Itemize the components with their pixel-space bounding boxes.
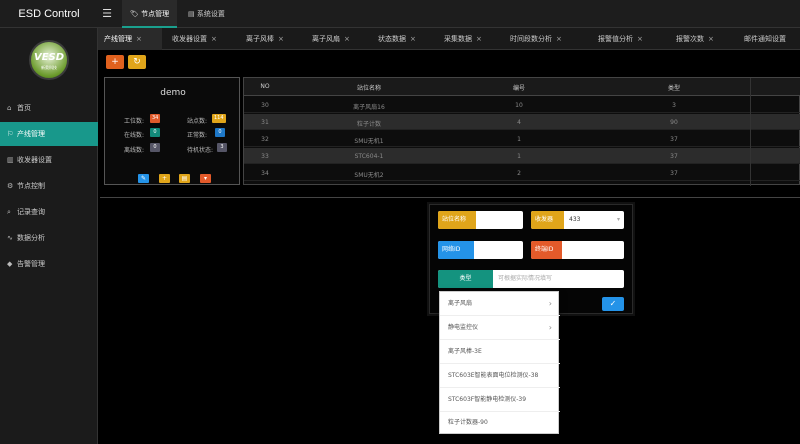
online-count-badge: 0 <box>150 128 160 137</box>
tag-icon: 🏷︎ <box>130 10 139 18</box>
chevron-right-icon: › <box>548 299 552 308</box>
grid-icon: ▤ <box>188 10 195 18</box>
menu-icon[interactable]: ☰ <box>100 0 114 28</box>
station-name-field[interactable]: 站位名称 <box>438 211 523 229</box>
close-icon[interactable]: × <box>278 35 284 43</box>
top-tab-node-management[interactable]: 🏷︎ 节点管理 <box>122 0 178 28</box>
dropdown-item-static-monitor[interactable]: 静电监控仪 › <box>440 316 560 340</box>
standby-count-badge: 3 <box>217 143 227 152</box>
search-icon: ⌕ <box>7 208 11 216</box>
add-station-button[interactable]: + <box>159 174 170 183</box>
bell-icon: ◆ <box>7 260 13 268</box>
dropdown-item-stc603e[interactable]: STC603E智能表面电位检测仪-38 <box>440 364 560 388</box>
top-bar: ESD Control ☰ 🏷︎ 节点管理 ▤ 系统设置 <box>0 0 800 28</box>
table-row[interactable]: 31 粒子计数 4 90 <box>244 114 800 130</box>
delete-button[interactable]: ▾ <box>200 174 211 183</box>
page-tabs: 产线管理 × 收发器设置 × 离子风棒 × 离子风扇 × 状态数据 × 采集数据 × 时间段… <box>98 28 800 50</box>
sidebar-item-alarms[interactable]: ◆ 告警管理 <box>0 252 98 276</box>
close-icon[interactable]: × <box>708 35 714 43</box>
bars-icon: ▥ <box>7 156 14 164</box>
table-row[interactable]: 34 SMU无机2 2 37 <box>244 165 800 181</box>
column-divider <box>750 78 751 186</box>
line-card[interactable]: demo 工位数: 34 站点数: 114 在线数: 0 正常数: 0 离线数:… <box>104 77 240 185</box>
gear-icon: ⚙ <box>7 182 14 190</box>
sidebar-item-records[interactable]: ⌕ 记录查询 <box>0 200 98 224</box>
close-icon[interactable]: × <box>556 35 562 43</box>
network-id-field[interactable]: 网络ID <box>438 241 523 259</box>
refresh-button[interactable]: ↻ <box>128 55 146 69</box>
divider <box>100 197 800 198</box>
normal-count-badge: 0 <box>215 128 225 137</box>
close-icon[interactable]: × <box>211 35 217 43</box>
sidebar-item-node-control[interactable]: ⚙ 节点控制 <box>0 174 98 198</box>
add-button[interactable]: + <box>106 55 124 69</box>
tab-line-management[interactable]: 产线管理 × <box>98 28 162 50</box>
close-icon[interactable]: × <box>637 35 643 43</box>
dropdown-item-ion-bar[interactable]: 离子风棒-3E <box>440 340 560 364</box>
tab-mail-settings[interactable]: 邮件通知设置 <box>738 28 800 50</box>
line-title: demo <box>160 88 186 98</box>
tab-collected-data[interactable]: 采集数据 × <box>438 28 500 50</box>
tab-time-analysis[interactable]: 时间段数分析 × <box>504 28 588 50</box>
terminal-id-field[interactable]: 终端ID <box>531 241 624 259</box>
table-row[interactable]: 30 离子风扇16 10 3 <box>244 97 800 113</box>
chevron-down-icon: ▾ <box>616 216 620 223</box>
transceiver-select[interactable]: 收发器 433 ▾ <box>531 211 624 229</box>
dropdown-item-particle-counter[interactable]: 粒子计数器-90 <box>440 411 560 435</box>
tab-ion-bar[interactable]: 离子风棒 × <box>240 28 302 50</box>
table-row[interactable]: 32 SMU无机1 1 37 <box>244 131 800 147</box>
flag-icon: ⚐ <box>7 130 14 138</box>
type-dropdown: 离子风扇 › 静电监控仪 › 离子风棒-3E STC603E智能表面电位检测仪-38… <box>439 291 560 435</box>
tab-ion-fan[interactable]: 离子风扇 × <box>306 28 368 50</box>
close-icon[interactable]: × <box>344 35 350 43</box>
tab-alarm-value[interactable]: 报警值分析 × <box>592 28 666 50</box>
station-count-badge: 34 <box>150 114 161 123</box>
tab-status-data[interactable]: 状态数据 × <box>372 28 434 50</box>
tab-alarm-count[interactable]: 报警次数 × <box>670 28 734 50</box>
dropdown-item-ion-fan[interactable]: 离子风扇 › <box>440 292 560 316</box>
app-title: ESD Control <box>18 8 80 20</box>
top-tab-system-settings[interactable]: ▤ 系统设置 <box>180 0 233 28</box>
tab-transceiver[interactable]: 收发器设置 × <box>166 28 236 50</box>
sidebar-item-home[interactable]: ⌂ 首页 <box>0 96 98 120</box>
close-icon[interactable]: × <box>410 35 416 43</box>
sidebar: VESD 新奥科技 ⌂ 首页 ⚐ 产线管理 ▥ 收发器设置 ⚙ 节点控制 ⌕ 记录查询 ∿… <box>0 28 98 444</box>
edit-button[interactable]: ✎ <box>138 174 149 183</box>
table-header: NO 站位名称 编号 类型 <box>244 78 800 96</box>
station-table: NO 站位名称 编号 类型 30 离子风扇16 10 3 31 粒子计数 4 9… <box>243 77 800 186</box>
table-row[interactable]: 33 STC604-1 1 37 <box>244 148 800 164</box>
sidebar-item-analysis[interactable]: ∿ 数据分析 <box>0 226 98 250</box>
list-button[interactable]: ▤ <box>179 174 190 183</box>
confirm-button[interactable]: ✓ <box>602 297 624 311</box>
site-count-badge: 114 <box>212 114 226 123</box>
close-icon[interactable]: × <box>476 35 482 43</box>
sidebar-item-line-management[interactable]: ⚐ 产线管理 <box>0 122 98 146</box>
sidebar-item-transceiver[interactable]: ▥ 收发器设置 <box>0 148 98 172</box>
dropdown-item-stc603f[interactable]: STC603F智能静电检测仪-39 <box>440 388 560 412</box>
chevron-right-icon: › <box>548 323 552 332</box>
type-field[interactable]: 类型 可根据实际情况填写 <box>438 270 624 288</box>
logo: VESD 新奥科技 <box>29 40 69 80</box>
home-icon: ⌂ <box>7 104 12 112</box>
close-icon[interactable]: × <box>136 35 142 43</box>
offline-count-badge: 0 <box>150 143 160 152</box>
chart-icon: ∿ <box>7 234 13 242</box>
